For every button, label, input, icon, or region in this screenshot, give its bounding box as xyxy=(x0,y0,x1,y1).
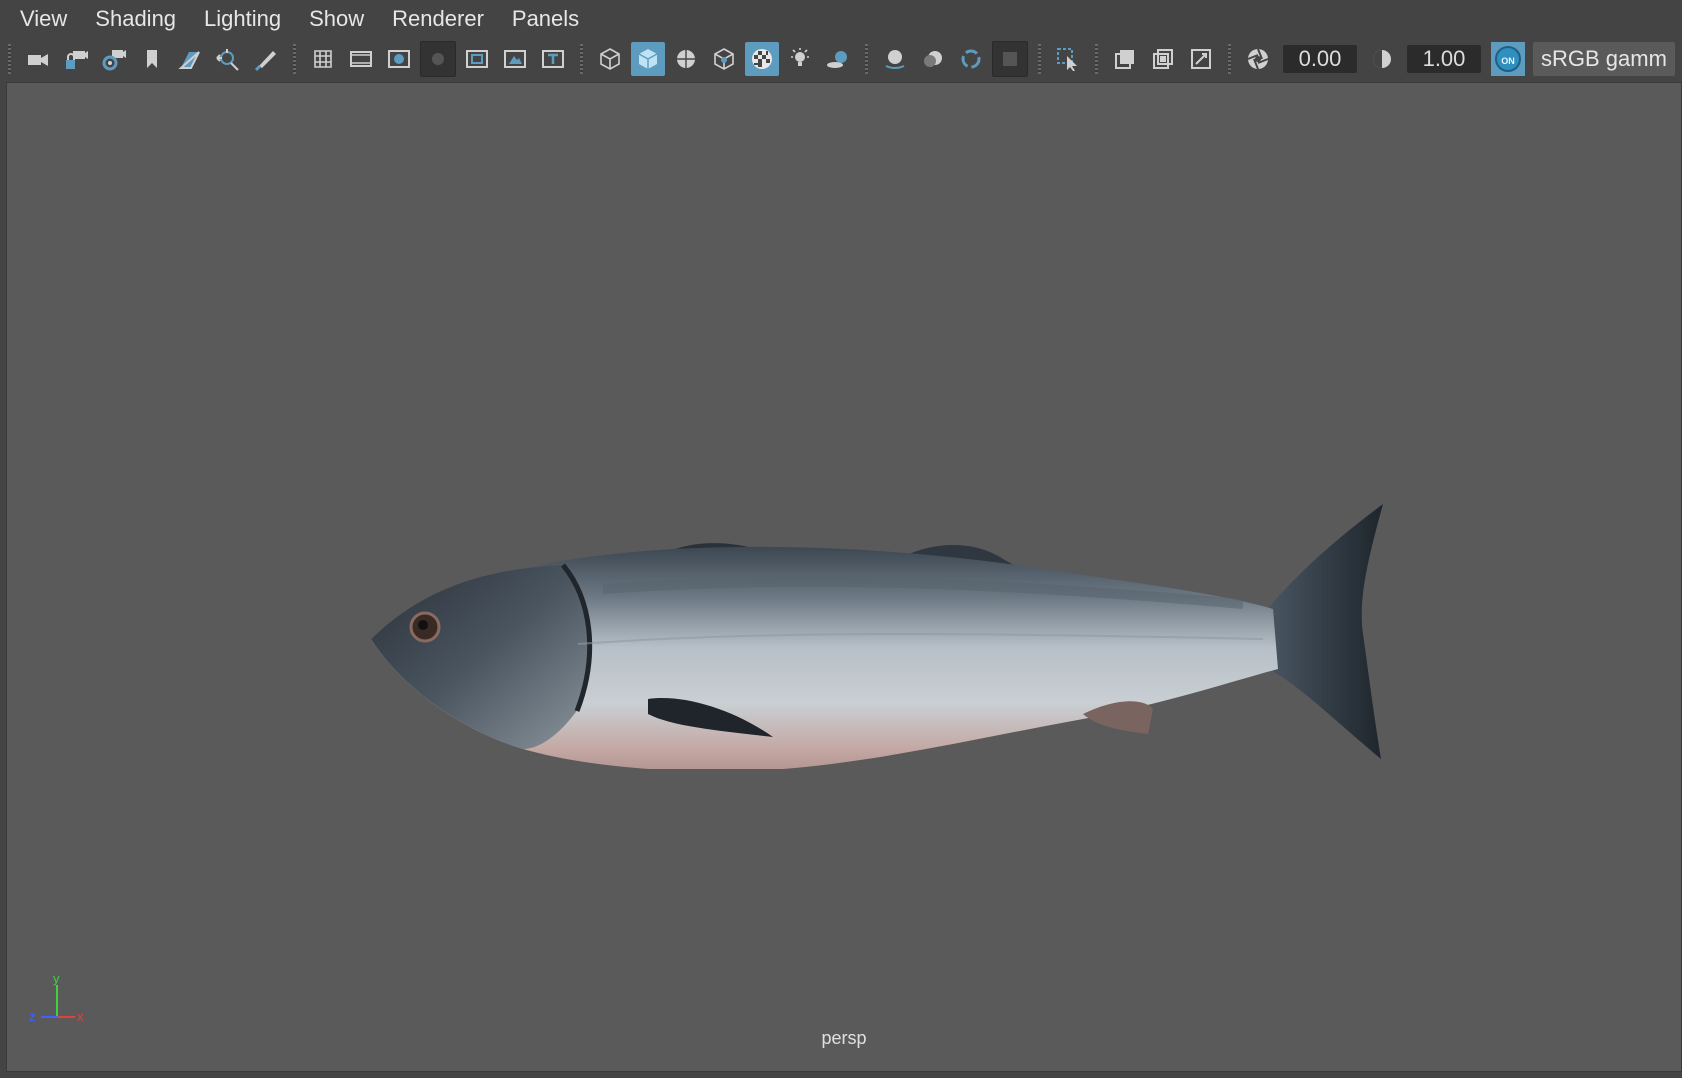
lock-camera-icon[interactable] xyxy=(59,42,93,76)
xray-joints-icon[interactable] xyxy=(1146,42,1180,76)
motion-blur-icon[interactable] xyxy=(916,42,950,76)
toolbar-separator xyxy=(293,44,296,74)
toolbar-separator xyxy=(865,44,868,74)
axis-x-label: x xyxy=(77,1009,84,1024)
camera-attributes-icon[interactable] xyxy=(97,42,131,76)
camera-name-label: persp xyxy=(821,1028,867,1048)
wireframe-on-shaded-icon[interactable] xyxy=(669,42,703,76)
color-management-on-badge: ON xyxy=(1495,46,1521,72)
menu-renderer[interactable]: Renderer xyxy=(378,0,498,38)
resolution-gate-icon[interactable] xyxy=(382,42,416,76)
axis-y-label: y xyxy=(53,971,60,986)
select-camera-icon[interactable] xyxy=(21,42,55,76)
maya-viewport-panel: View Shading Lighting Show Renderer Pane… xyxy=(0,0,1682,1078)
safe-title-icon[interactable] xyxy=(536,42,570,76)
toolbar-separator xyxy=(1228,44,1231,74)
menu-view[interactable]: View xyxy=(0,0,81,38)
panel-toolbar: 0.00 1.00 ON sRGB gamm xyxy=(0,38,1682,80)
film-gate-icon[interactable] xyxy=(344,42,378,76)
view-transform-dropdown[interactable]: sRGB gamm xyxy=(1533,42,1675,76)
panel-menubar: View Shading Lighting Show Renderer Pane… xyxy=(0,0,1682,38)
grid-icon[interactable] xyxy=(306,42,340,76)
gate-mask-icon[interactable] xyxy=(420,41,456,77)
bookmark-icon[interactable] xyxy=(135,42,169,76)
2d-pan-zoom-icon[interactable] xyxy=(211,42,245,76)
multisample-aa-icon[interactable] xyxy=(954,42,988,76)
fish-model[interactable] xyxy=(363,469,1393,769)
wireframe-icon[interactable] xyxy=(593,42,627,76)
isolate-select-icon[interactable] xyxy=(1051,42,1085,76)
menu-lighting[interactable]: Lighting xyxy=(190,0,295,38)
xray-active-icon[interactable] xyxy=(1108,42,1142,76)
use-all-lights-icon[interactable] xyxy=(783,42,817,76)
axis-gizmo: y x z xyxy=(29,971,84,1024)
backface-culling-icon[interactable] xyxy=(1184,42,1218,76)
axis-z-label: z xyxy=(29,1009,36,1024)
xray-icon[interactable] xyxy=(707,42,741,76)
menu-shading[interactable]: Shading xyxy=(81,0,190,38)
toolbar-separator xyxy=(1095,44,1098,74)
menu-show[interactable]: Show xyxy=(295,0,378,38)
3d-viewport[interactable]: y x z persp xyxy=(6,82,1682,1072)
shadows-icon[interactable] xyxy=(821,42,855,76)
smooth-shade-icon[interactable] xyxy=(631,42,665,76)
safe-action-icon[interactable] xyxy=(498,42,532,76)
grease-pencil-icon[interactable] xyxy=(249,42,283,76)
gamma-field[interactable]: 1.00 xyxy=(1407,45,1481,73)
image-plane-icon[interactable] xyxy=(173,42,207,76)
gamma-icon[interactable] xyxy=(1365,42,1399,76)
field-chart-icon[interactable] xyxy=(460,42,494,76)
color-management-toggle[interactable]: ON xyxy=(1491,42,1525,76)
exposure-icon[interactable] xyxy=(1241,42,1275,76)
toolbar-separator xyxy=(580,44,583,74)
exposure-field[interactable]: 0.00 xyxy=(1283,45,1357,73)
depth-of-field-icon[interactable] xyxy=(992,41,1028,77)
screen-space-ao-icon[interactable] xyxy=(878,42,912,76)
textured-icon[interactable] xyxy=(745,42,779,76)
menu-panels[interactable]: Panels xyxy=(498,0,593,38)
toolbar-separator xyxy=(1038,44,1041,74)
toolbar-separator xyxy=(8,44,11,74)
